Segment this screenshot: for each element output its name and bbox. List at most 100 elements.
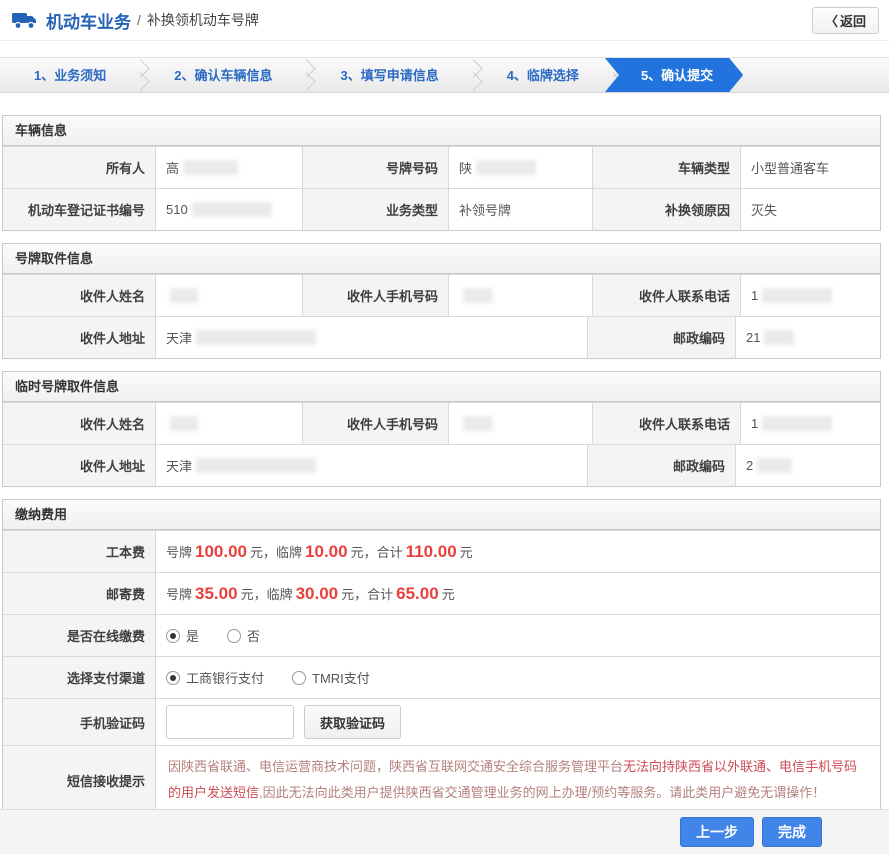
recipient-address-value: 天津 [155,445,588,486]
step-progress-bar: 1、业务须知 2、确认车辆信息 3、填写申请信息 4、临牌选择 5、确认提交 [0,57,889,93]
total-fee-amount: 110.00 [406,542,457,562]
postage-fee-label: 邮寄费 [3,573,155,614]
fees-title: 缴纳费用 [3,500,880,530]
business-type-value: 补领号牌 [448,189,593,230]
temp-plate-fee-amount: 10.00 [305,542,348,562]
recipient-address-label: 收件人地址 [3,317,155,358]
main-content: 车辆信息 所有人 高 号牌号码 陕 车辆类型 小型普通客车 机动车登记证书编号 … [0,93,889,815]
recipient-name-label: 收件人姓名 [3,403,155,444]
redacted-text [196,330,316,345]
pay-channel-tmri-option[interactable]: TMRI支付 [292,668,370,687]
redacted-text [463,416,493,431]
plate-number-label: 号牌号码 [303,147,448,188]
online-pay-options: 是 否 [155,615,880,656]
step-2-vehicle[interactable]: 2、确认车辆信息 [148,58,298,92]
zip-code-value: 2 [735,445,880,486]
radio-checked-icon[interactable] [166,629,180,643]
pay-channel-icbc-label: 工商银行支付 [186,668,264,687]
recipient-phone-label: 收件人联系电话 [593,275,740,316]
total-postage-amount: 65.00 [396,584,439,604]
recipient-address-value: 天津 [155,317,588,358]
temp-plate-pickup-section: 临时号牌取件信息 收件人姓名 收件人手机号码 收件人联系电话 1 收件人地址 天… [2,371,881,487]
redacted-text [170,288,198,303]
step-4-temp-plate[interactable]: 4、临牌选择 [481,58,605,92]
step-separator-icon [298,58,314,92]
previous-step-button[interactable]: 上一步 [680,817,754,847]
owner-value: 高 [155,147,303,188]
online-pay-no-label: 否 [247,626,260,645]
postage-fee-row: 邮寄费 号牌35.00元，临牌30.00元，合计65.00元 [3,572,880,614]
plate-postage-amount: 35.00 [195,584,238,604]
recipient-name-label: 收件人姓名 [3,275,155,316]
sms-code-row: 手机验证码 获取验证码 [3,698,880,745]
table-row: 收件人姓名 收件人手机号码 收件人联系电话 1 [3,402,880,444]
sms-code-field: 获取验证码 [155,699,880,745]
page-header: 机动车业务 / 补换领机动车号牌 〈 返回 [0,0,889,41]
page-title: 机动车业务 [46,8,131,33]
registration-cert-label: 机动车登记证书编号 [3,189,155,230]
table-row: 机动车登记证书编号 510 业务类型 补领号牌 补换领原因 灭失 [3,188,880,230]
redacted-text [764,330,794,345]
recipient-mobile-value [448,275,593,316]
pay-channel-options: 工商银行支付 TMRI支付 [155,657,880,698]
radio-unchecked-icon[interactable] [227,629,241,643]
redacted-text [196,458,316,473]
recipient-address-label: 收件人地址 [3,445,155,486]
step-separator-icon [132,58,148,92]
online-pay-yes-option[interactable]: 是 [166,626,199,645]
recipient-phone-label: 收件人联系电话 [593,403,740,444]
vehicle-info-section: 车辆信息 所有人 高 号牌号码 陕 车辆类型 小型普通客车 机动车登记证书编号 … [2,115,881,231]
plate-pickup-title: 号牌取件信息 [3,244,880,274]
production-fee-value: 号牌100.00元，临牌10.00元，合计110.00元 [155,531,880,572]
registration-cert-value: 510 [155,189,303,230]
business-type-label: 业务类型 [303,189,448,230]
get-sms-code-button[interactable]: 获取验证码 [304,705,401,739]
step-3-application[interactable]: 3、填写申请信息 [314,58,464,92]
redacted-text [762,416,832,431]
sms-code-label: 手机验证码 [3,699,155,745]
plate-pickup-section: 号牌取件信息 收件人姓名 收件人手机号码 收件人联系电话 1 收件人地址 天津 … [2,243,881,359]
recipient-mobile-value [448,403,593,444]
recipient-mobile-label: 收件人手机号码 [303,275,448,316]
step-1-notice[interactable]: 1、业务须知 [0,58,132,92]
table-row: 所有人 高 号牌号码 陕 车辆类型 小型普通客车 [3,146,880,188]
pay-channel-row: 选择支付渠道 工商银行支付 TMRI支付 [3,656,880,698]
online-pay-no-option[interactable]: 否 [227,626,260,645]
redacted-text [762,288,832,303]
footer-action-bar: 上一步 完成 [0,809,889,854]
owner-label: 所有人 [3,147,155,188]
step-5-confirm-active[interactable]: 5、确认提交 [605,58,743,92]
production-fee-label: 工本费 [3,531,155,572]
back-button[interactable]: 〈 返回 [812,7,879,34]
sms-notice-label: 短信接收提示 [3,746,155,814]
sms-code-input[interactable] [166,705,294,739]
radio-checked-icon[interactable] [166,671,180,685]
sms-notice-text: 因陕西省联通、电信运营商技术问题，陕西省互联网交通安全综合服务管理平台无法向持陕… [155,746,880,814]
plate-number-value: 陕 [448,147,593,188]
truck-icon [12,10,38,30]
breadcrumb-current: 补换领机动车号牌 [147,10,259,30]
radio-unchecked-icon[interactable] [292,671,306,685]
postage-fee-value: 号牌35.00元，临牌30.00元，合计65.00元 [155,573,880,614]
redacted-text [183,160,238,175]
step-separator-icon [465,58,481,92]
online-pay-row: 是否在线缴费 是 否 [3,614,880,656]
redacted-text [192,202,272,217]
pay-channel-tmri-label: TMRI支付 [312,668,370,687]
recipient-name-value [155,403,303,444]
zip-code-label: 邮政编码 [588,317,735,358]
plate-fee-amount: 100.00 [195,542,247,562]
recipient-mobile-label: 收件人手机号码 [303,403,448,444]
table-row: 收件人地址 天津 邮政编码 2 [3,444,880,486]
temp-plate-postage-amount: 30.00 [296,584,339,604]
online-pay-label: 是否在线缴费 [3,615,155,656]
vehicle-type-label: 车辆类型 [593,147,740,188]
replace-reason-value: 灭失 [740,189,880,230]
redacted-text [463,288,493,303]
finish-button[interactable]: 完成 [762,817,822,847]
online-pay-yes-label: 是 [186,626,199,645]
recipient-name-value [155,275,303,316]
pay-channel-icbc-option[interactable]: 工商银行支付 [166,668,264,687]
zip-code-value: 21 [735,317,880,358]
recipient-phone-value: 1 [740,403,880,444]
